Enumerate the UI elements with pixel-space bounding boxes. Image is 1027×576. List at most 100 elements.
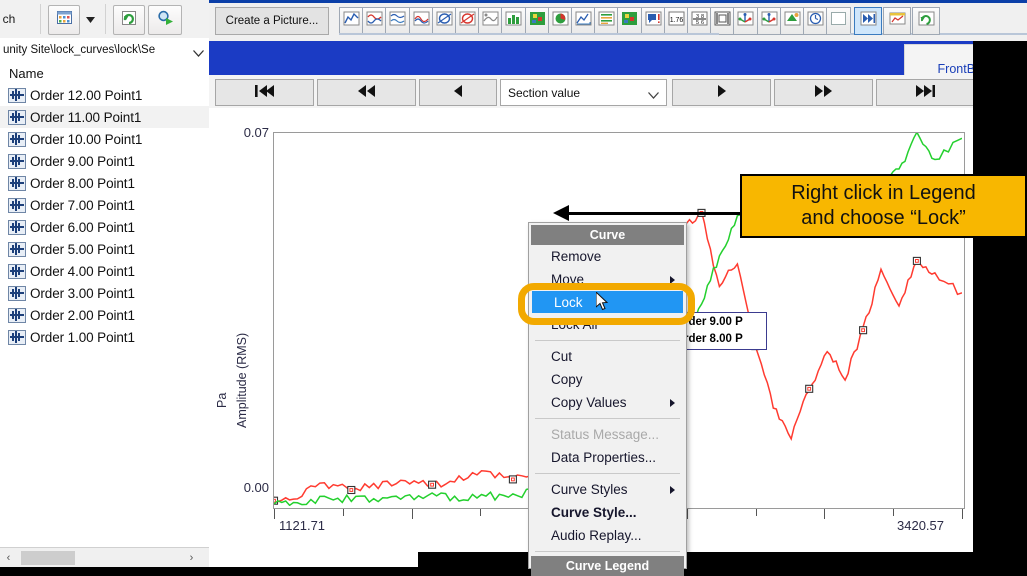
nyquist-plot-icon — [459, 11, 476, 31]
context-menu-title: Curve — [531, 225, 684, 245]
scroll-right-arrow[interactable]: › — [183, 548, 200, 567]
list-item[interactable]: Order 10.00 Point1 — [0, 128, 209, 150]
curve-marker[interactable] — [428, 480, 437, 489]
list-item[interactable]: Order 3.00 Point1 — [0, 282, 209, 304]
list-item-label: Order 9.00 Point1 — [30, 153, 135, 169]
color-map-2-button[interactable] — [617, 7, 643, 35]
path-combobox[interactable]: unity Site\lock_curves\lock\Se — [0, 38, 209, 63]
curve-marker[interactable] — [347, 485, 356, 495]
grid-view-dropdown[interactable] — [80, 5, 100, 33]
section-value-label: Section value — [508, 85, 581, 100]
menu-item-curve-styles[interactable]: Curve Styles — [529, 478, 686, 501]
multi-curve-button[interactable] — [408, 7, 434, 35]
menu-item-data-properties[interactable]: Data Properties... — [529, 446, 686, 469]
menu-item-audio-replay[interactable]: Audio Replay... — [529, 524, 686, 547]
line-plot-button[interactable] — [339, 7, 364, 35]
list-item[interactable]: Order 1.00 Point1 — [0, 326, 209, 348]
curve-marker[interactable] — [805, 384, 814, 393]
list-item-label: Order 3.00 Point1 — [30, 285, 135, 301]
list-item[interactable]: Order 6.00 Point1 — [0, 216, 209, 238]
column-header-label: Name — [9, 65, 44, 81]
play-button[interactable] — [672, 79, 771, 106]
list-item-label: Order 5.00 Point1 — [30, 241, 135, 257]
list-item[interactable]: Order 5.00 Point1 — [0, 238, 209, 260]
fast-forward-button[interactable] — [774, 79, 873, 106]
curve-marker[interactable] — [508, 475, 517, 484]
last-section-button[interactable] — [876, 79, 975, 106]
polar-plot-button[interactable] — [431, 7, 457, 35]
bar-chart-button[interactable] — [501, 7, 527, 35]
search-go-icon — [157, 10, 174, 30]
blank-panel-button[interactable] — [826, 7, 852, 35]
curve-list[interactable]: Order 12.00 Point1 Order 11.00 Point1 Orde… — [0, 84, 209, 536]
list-item[interactable]: Order 11.00 Point1 — [0, 106, 209, 128]
menu-item-remove[interactable]: Remove — [529, 245, 686, 268]
search-go-button[interactable] — [148, 5, 182, 35]
waveform-icon — [8, 307, 26, 323]
colormap-button[interactable] — [524, 7, 550, 35]
film-strip-button[interactable] — [710, 7, 736, 35]
menu-item-copy[interactable]: Copy — [529, 368, 686, 391]
chevron-down-icon[interactable] — [641, 88, 659, 102]
chevron-down-icon[interactable] — [193, 44, 204, 62]
horizontal-scrollbar[interactable]: ‹ › — [0, 547, 209, 567]
create-picture-button[interactable]: Create a Picture... — [215, 7, 329, 35]
menu-item-curve-style[interactable]: Curve Style... — [529, 501, 686, 524]
list-item[interactable]: Order 2.00 Point1 — [0, 304, 209, 326]
waterfall-plot-icon — [389, 11, 406, 31]
waveform-icon — [8, 219, 26, 235]
paint-button[interactable] — [779, 7, 805, 35]
numeric-display-button[interactable]: 1.76 — [663, 7, 689, 35]
list-item[interactable]: Order 7.00 Point1 — [0, 194, 209, 216]
list-item[interactable]: Order 12.00 Point1 — [0, 84, 209, 106]
list-item[interactable]: Order 4.00 Point1 — [0, 260, 209, 282]
step-forward-button[interactable] — [854, 7, 882, 35]
rewind-icon — [357, 85, 376, 100]
waterfall-plot-button[interactable] — [385, 7, 411, 35]
pie-chart-button[interactable] — [547, 7, 573, 35]
nyquist-plot-button[interactable] — [455, 7, 480, 35]
curve-marker[interactable] — [859, 326, 868, 335]
list-display-button[interactable] — [594, 7, 620, 35]
modal-shape-button[interactable] — [478, 7, 504, 35]
scroll-left-arrow[interactable]: ‹ — [0, 548, 17, 567]
column-header-name[interactable]: Name — [0, 62, 209, 85]
svg-text:1.76: 1.76 — [669, 17, 683, 24]
overlay-plot-button[interactable] — [362, 7, 388, 35]
section-value-select[interactable]: Section value — [500, 79, 667, 106]
annotation-button[interactable] — [640, 7, 666, 35]
callout-arrow-head — [553, 205, 569, 221]
menu-item-cut[interactable]: Cut — [529, 345, 686, 368]
fast-forward-icon — [814, 85, 833, 100]
list-item[interactable]: Order 8.00 Point1 — [0, 172, 209, 194]
skip-backward-icon — [255, 85, 274, 100]
menu-item-status-message: Status Message... — [551, 427, 660, 442]
y-axis-label: Amplitude (RMS) — [235, 332, 249, 428]
rewind-button[interactable] — [317, 79, 416, 106]
refresh-button[interactable] — [912, 7, 940, 35]
previous-button[interactable] — [419, 79, 497, 106]
list-item-label: Order 10.00 Point1 — [30, 131, 143, 147]
scrollbar-thumb[interactable] — [21, 551, 75, 565]
refresh-button[interactable] — [113, 5, 145, 35]
line-plot-icon — [343, 11, 360, 31]
curve-marker[interactable] — [912, 256, 921, 265]
x-tick-min: 1121.71 — [279, 518, 326, 533]
search-button[interactable]: ch — [0, 5, 32, 33]
geometry-button[interactable] — [733, 7, 759, 35]
menu-item-copy-values[interactable]: Copy Values — [529, 391, 686, 414]
list-item-label: Order 11.00 Point1 — [30, 109, 142, 125]
curve-context-menu[interactable]: Curve Remove Move Lock Lock All Cut Copy Copy V… — [528, 222, 687, 576]
clock-button[interactable] — [803, 7, 828, 35]
new-picture-button[interactable] — [883, 7, 911, 35]
grid-view-button[interactable] — [48, 5, 80, 35]
3d-surface-button[interactable] — [571, 7, 596, 35]
first-section-button[interactable] — [215, 79, 314, 106]
bar-chart-icon — [505, 11, 522, 31]
geometry-axes-button[interactable] — [756, 7, 782, 35]
fraction-display-button[interactable]: 3856 — [687, 7, 712, 35]
list-item-label: Order 4.00 Point1 — [30, 263, 135, 279]
list-item[interactable]: Order 9.00 Point1 — [0, 150, 209, 172]
list-item-label: Order 12.00 Point1 — [30, 87, 143, 103]
menu-section-header: Curve Legend — [531, 556, 684, 576]
